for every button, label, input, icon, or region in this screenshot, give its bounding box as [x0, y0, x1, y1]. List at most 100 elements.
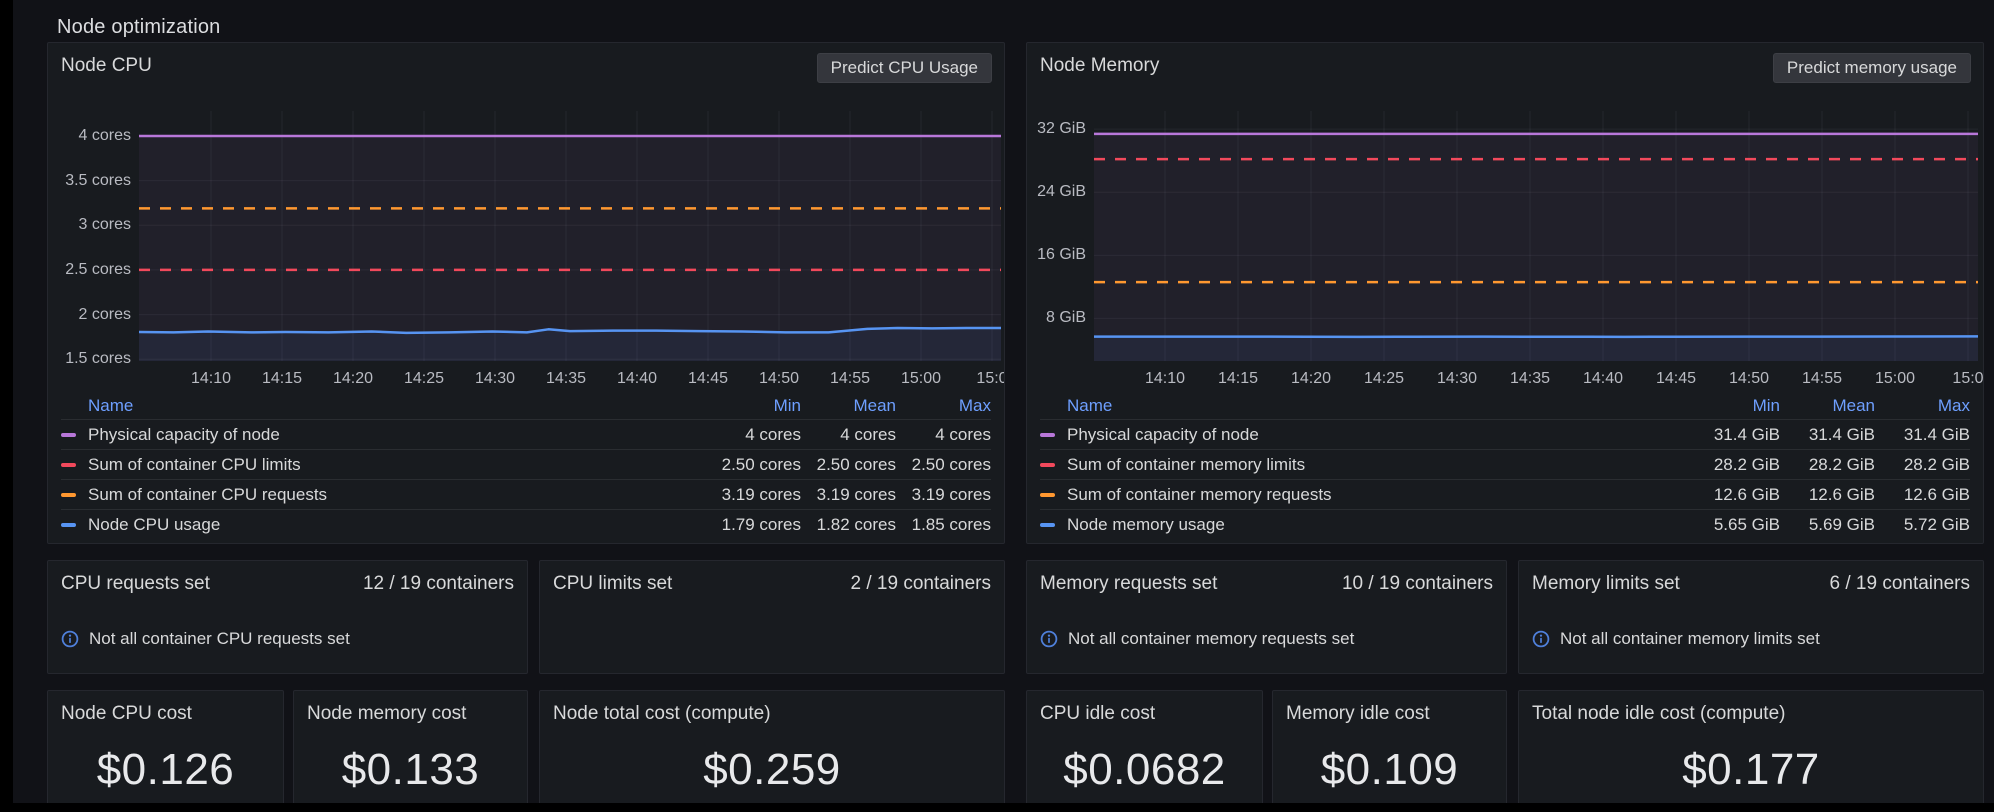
legend-value-min: 4 cores	[706, 425, 801, 445]
legend-value-max: 12.6 GiB	[1875, 485, 1970, 505]
x-axis-tick-label: 14:30	[1425, 370, 1489, 388]
series-color-swatch	[1040, 463, 1055, 467]
x-axis-tick-label: 14:20	[321, 370, 385, 388]
x-axis-tick-label: 15:0	[1936, 370, 1984, 388]
page-title: Node optimization	[57, 16, 221, 39]
node-memory-cost-title: Node memory cost	[307, 703, 466, 725]
memory-idle-cost-title: Memory idle cost	[1286, 703, 1430, 725]
cpu-limits-set-value: 2 / 19 containers	[851, 573, 991, 595]
cpu-requests-set-note: Not all container CPU requests set	[61, 629, 350, 649]
legend-value-min: 2.50 cores	[706, 455, 801, 475]
cpu-idle-cost-value: $0.0682	[1027, 745, 1262, 795]
legend-row: Sum of container CPU limits 2.50 cores2.5…	[61, 449, 991, 479]
x-axis-tick-label: 14:50	[1717, 370, 1781, 388]
legend-header-mean: Mean	[1780, 396, 1875, 416]
legend-series-toggle[interactable]: Sum of container CPU limits	[61, 455, 706, 475]
y-axis-tick-label: 16 GiB	[1026, 246, 1086, 264]
node-cpu-cost-title: Node CPU cost	[61, 703, 192, 725]
cost-panel-cpu-idle-cost: CPU idle cost $0.0682	[1026, 690, 1263, 812]
node-memory-plot[interactable]	[1094, 111, 1978, 361]
y-axis-tick-label: 2.5 cores	[53, 261, 131, 279]
legend-series-toggle[interactable]: Node memory usage	[1040, 515, 1685, 535]
legend-row: Sum of container memory requests12.6 GiB…	[1040, 479, 1970, 509]
legend-series-toggle[interactable]: Physical capacity of node	[61, 425, 706, 445]
legend-value-max: 28.2 GiB	[1875, 455, 1970, 475]
stat-panel-memory-requests-set: Memory requests set10 / 19 containersNot…	[1026, 560, 1507, 674]
x-axis-tick-label: 14:25	[1352, 370, 1416, 388]
legend-series-toggle[interactable]: Node CPU usage	[61, 515, 706, 535]
cpu-requests-set-title: CPU requests set	[61, 573, 210, 595]
note-text: Not all container CPU requests set	[89, 629, 350, 649]
node-cpu-cost-value: $0.126	[48, 745, 283, 795]
legend-header-name: Name	[61, 396, 706, 416]
series-color-swatch	[1040, 493, 1055, 497]
legend-series-toggle[interactable]: Sum of container memory limits	[1040, 455, 1685, 475]
x-axis-tick-label: 14:50	[747, 370, 811, 388]
x-axis-tick-label: 14:40	[605, 370, 669, 388]
legend-value-min: 5.65 GiB	[1685, 515, 1780, 535]
legend-series-name: Physical capacity of node	[88, 425, 280, 445]
x-axis-tick-label: 14:15	[250, 370, 314, 388]
legend-series-name: Sum of container CPU limits	[88, 455, 301, 475]
legend-value-min: 3.19 cores	[706, 485, 801, 505]
legend-row: Sum of container memory limits28.2 GiB28…	[1040, 449, 1970, 479]
series-color-swatch	[61, 433, 76, 437]
node-memory-predict-button[interactable]: Predict memory usage	[1773, 53, 1971, 83]
legend-row: Node memory usage5.65 GiB5.69 GiB5.72 Gi…	[1040, 509, 1970, 539]
cost-panel-node-total-cost: Node total cost (compute)$0.259	[539, 690, 1005, 812]
stat-panel-memory-limits-set: Memory limits set6 / 19 containersNot al…	[1518, 560, 1984, 674]
legend-header-row: NameMinMeanMax	[61, 393, 991, 419]
legend-header-min: Min	[1685, 396, 1780, 416]
total-node-idle-cost-title: Total node idle cost (compute)	[1532, 703, 1785, 725]
legend-value-max: 1.85 cores	[896, 515, 991, 535]
series-color-swatch	[61, 523, 76, 527]
memory-requests-set-title: Memory requests set	[1040, 573, 1217, 595]
x-axis-tick-label: 14:15	[1206, 370, 1270, 388]
legend-value-min: 12.6 GiB	[1685, 485, 1780, 505]
info-icon[interactable]	[61, 630, 79, 648]
window-left-edge	[0, 0, 13, 812]
legend-series-toggle[interactable]: Sum of container CPU requests	[61, 485, 706, 505]
node-cpu-predict-button[interactable]: Predict CPU Usage	[817, 53, 992, 83]
cpu-limits-set-title: CPU limits set	[553, 573, 672, 595]
node-total-cost-title: Node total cost (compute)	[553, 703, 771, 725]
legend-value-mean: 4 cores	[801, 425, 896, 445]
x-axis-tick-label: 14:55	[818, 370, 882, 388]
legend-value-max: 5.72 GiB	[1875, 515, 1970, 535]
legend-row: Node CPU usage1.79 cores1.82 cores1.85 c…	[61, 509, 991, 539]
y-axis-tick-label: 32 GiB	[1026, 120, 1086, 138]
info-icon[interactable]	[1040, 630, 1058, 648]
x-axis-tick-label: 14:55	[1790, 370, 1854, 388]
cpu-requests-set-value: 12 / 19 containers	[363, 573, 514, 595]
legend-value-mean: 1.82 cores	[801, 515, 896, 535]
legend-series-toggle[interactable]: Physical capacity of node	[1040, 425, 1685, 445]
memory-requests-set-value: 10 / 19 containers	[1342, 573, 1493, 595]
total-node-idle-cost-value: $0.177	[1519, 745, 1983, 795]
legend-header-row: NameMinMeanMax	[1040, 393, 1970, 419]
legend-header-max: Max	[896, 396, 991, 416]
cpu-idle-cost-title: CPU idle cost	[1040, 703, 1155, 725]
cost-panel-node-memory-cost: Node memory cost$0.133	[293, 690, 528, 812]
grafana-dashboard: Node optimization Node CPUPredict CPU Us…	[0, 0, 1994, 812]
legend-value-mean: 31.4 GiB	[1780, 425, 1875, 445]
node-cpu-legend: NameMinMeanMax Physical capacity of node 4…	[61, 393, 991, 539]
node-memory-panel: Node MemoryPredict memory usage32 GiB24 …	[1026, 42, 1984, 544]
legend-value-mean: 2.50 cores	[801, 455, 896, 475]
legend-series-toggle[interactable]: Sum of container memory requests	[1040, 485, 1685, 505]
info-icon[interactable]	[1532, 630, 1550, 648]
y-axis-tick-label: 24 GiB	[1026, 183, 1086, 201]
memory-limits-set-title: Memory limits set	[1532, 573, 1680, 595]
legend-value-mean: 3.19 cores	[801, 485, 896, 505]
y-axis-tick-label: 3 cores	[53, 216, 131, 234]
legend-value-mean: 5.69 GiB	[1780, 515, 1875, 535]
node-cpu-plot[interactable]	[139, 111, 1001, 361]
node-cpu-panel: Node CPUPredict CPU Usage4 cores3.5 core…	[47, 42, 1005, 544]
x-axis-tick-label: 15:0	[960, 370, 1005, 388]
legend-series-name: Sum of container CPU requests	[88, 485, 327, 505]
note-text: Not all container memory limits set	[1560, 629, 1820, 649]
cost-panel-node-cpu-cost: Node CPU cost $0.126	[47, 690, 284, 812]
cost-panel-total-node-idle-cost: Total node idle cost (compute) $0.177	[1518, 690, 1984, 812]
series-color-swatch	[1040, 433, 1055, 437]
legend-series-name: Node CPU usage	[88, 515, 220, 535]
series-color-swatch	[61, 463, 76, 467]
